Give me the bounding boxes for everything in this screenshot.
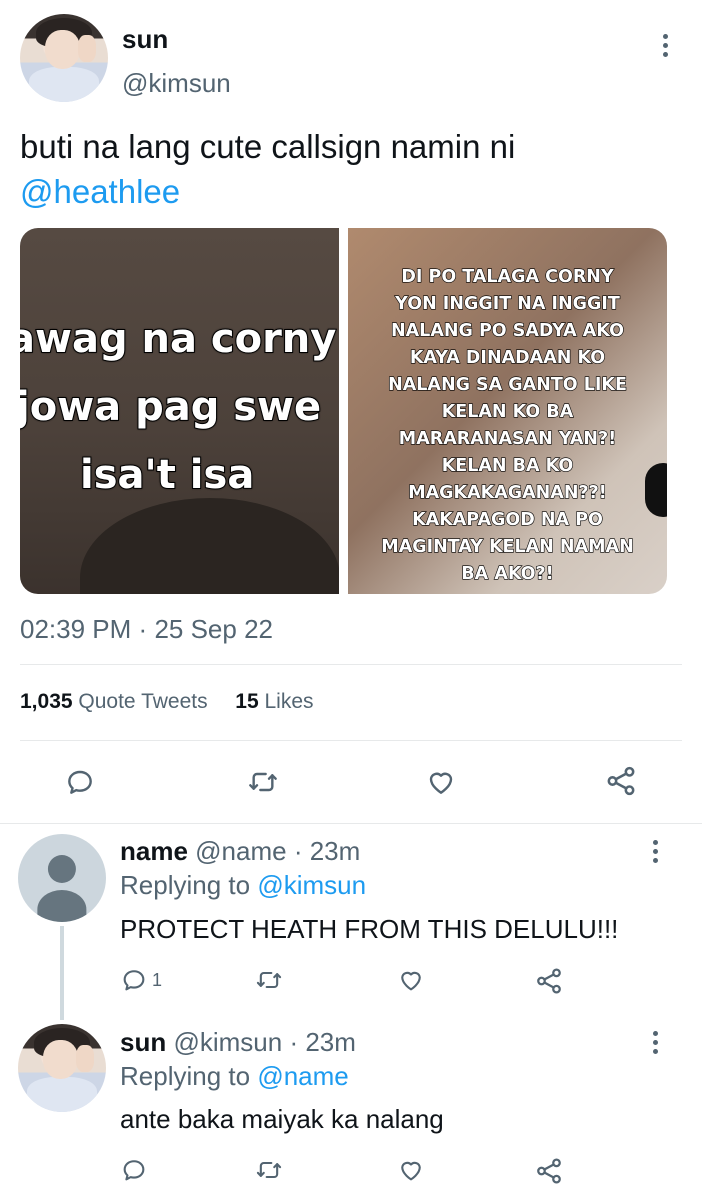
timestamp-separator: ·	[138, 614, 148, 644]
quote-count: 1,035	[20, 690, 73, 713]
heart-icon[interactable]	[424, 766, 458, 798]
author-name[interactable]: sun	[122, 24, 168, 55]
quote-label: Quote Tweets	[78, 690, 208, 713]
divider	[0, 823, 702, 824]
divider	[20, 740, 682, 741]
reply-author-handle[interactable]: @kimsun	[173, 1027, 282, 1057]
divider	[20, 664, 682, 665]
reply-icon[interactable]	[120, 966, 148, 994]
media-right-line: KAKAPAGOD NA PO	[411, 509, 603, 530]
tweet-timestamp[interactable]: 02:39 PM · 25 Sep 22	[20, 614, 273, 645]
author-handle[interactable]: @kimsun	[122, 68, 231, 99]
media-right-caption: DI PO TALAGA CORNY YON INGGIT NA INGGIT …	[348, 264, 667, 588]
share-icon[interactable]	[534, 966, 564, 996]
media-right-line: KELAN BA KO	[441, 455, 574, 476]
more-icon[interactable]	[663, 34, 669, 61]
reply-author-name[interactable]: sun	[120, 1027, 166, 1057]
replying-to: Replying to @kimsun	[120, 870, 366, 901]
reply-author-handle[interactable]: @name	[195, 836, 286, 866]
media-right-line: YON INGGIT NA INGGIT	[395, 293, 621, 314]
reply-text: PROTECT HEATH FROM THIS DELULU!!!	[120, 914, 619, 944]
media-right-line: NALANG PO SADYA AKO	[390, 320, 624, 341]
reply-time[interactable]: · 23m	[289, 1027, 355, 1057]
media-right-line: NALANG SA GANTO LIKE	[387, 374, 627, 395]
share-icon[interactable]	[534, 1156, 564, 1186]
replying-to: Replying to @name	[120, 1061, 349, 1092]
reply-icon[interactable]	[64, 766, 96, 798]
media-right-line: MARARANASAN YAN?!	[398, 428, 617, 449]
heart-icon[interactable]	[396, 966, 426, 994]
media-image-left[interactable]: awag na corny jowa pag swe isa't isa	[20, 228, 339, 594]
share-icon[interactable]	[604, 764, 638, 798]
media-right-line: BA AKO?!	[461, 563, 555, 584]
replying-to-link[interactable]: @name	[257, 1061, 348, 1091]
media-image-right[interactable]: DI PO TALAGA CORNY YON INGGIT NA INGGIT …	[348, 228, 667, 594]
tweet-text: buti na lang cute callsign namin ni @hea…	[20, 124, 680, 214]
tweet-date: 25 Sep 22	[154, 614, 273, 644]
heart-icon[interactable]	[396, 1156, 426, 1184]
reply-header: name @name · 23m	[120, 836, 360, 867]
reply-avatar[interactable]	[18, 1024, 106, 1112]
replying-label: Replying to	[120, 870, 251, 900]
reply-header: sun @kimsun · 23m	[120, 1027, 356, 1058]
tweet-body: buti na lang cute callsign namin ni	[20, 128, 516, 165]
reply-text: ante baka maiyak ka nalang	[120, 1104, 444, 1134]
media-right-line: DI PO TALAGA CORNY	[401, 266, 614, 287]
reply-icon[interactable]	[120, 1156, 148, 1184]
more-icon[interactable]	[653, 1031, 659, 1058]
media-right-line: MAGKAKAGANAN??!	[408, 482, 608, 503]
like-count: 15	[235, 690, 259, 713]
reply-count: 1	[152, 970, 163, 990]
media-right-line: KAYA DINADAAN KO	[409, 347, 606, 368]
reply-time[interactable]: · 23m	[294, 836, 360, 866]
media-left-caption-2: jowa pag swe	[20, 383, 322, 431]
tweet-time: 02:39 PM	[20, 614, 132, 644]
author-avatar[interactable]	[20, 14, 108, 102]
media-left-caption-1: awag na corny	[20, 315, 337, 363]
reply-avatar[interactable]	[18, 834, 106, 922]
replying-to-link[interactable]: @kimsun	[257, 870, 366, 900]
replying-label: Replying to	[120, 1061, 251, 1091]
thread-line	[60, 926, 64, 1020]
tweet-stats: 1,035 Quote Tweets 15 Likes	[20, 690, 314, 714]
reply-author-name[interactable]: name	[120, 836, 188, 866]
retweet-icon[interactable]	[254, 1156, 284, 1184]
media-right-line: KELAN KO BA	[441, 401, 574, 422]
retweet-icon[interactable]	[254, 966, 284, 994]
like-label: Likes	[264, 690, 314, 713]
more-icon[interactable]	[653, 840, 659, 867]
media-right-line: MAGINTAY KELAN NAMAN	[381, 536, 635, 557]
media-left-caption-3: isa't isa	[79, 451, 255, 499]
quote-tweets-stat[interactable]: 1,035 Quote Tweets	[20, 690, 213, 713]
likes-stat[interactable]: 15 Likes	[235, 690, 313, 713]
retweet-icon[interactable]	[246, 766, 280, 798]
mention-link[interactable]: @heathlee	[20, 173, 180, 210]
